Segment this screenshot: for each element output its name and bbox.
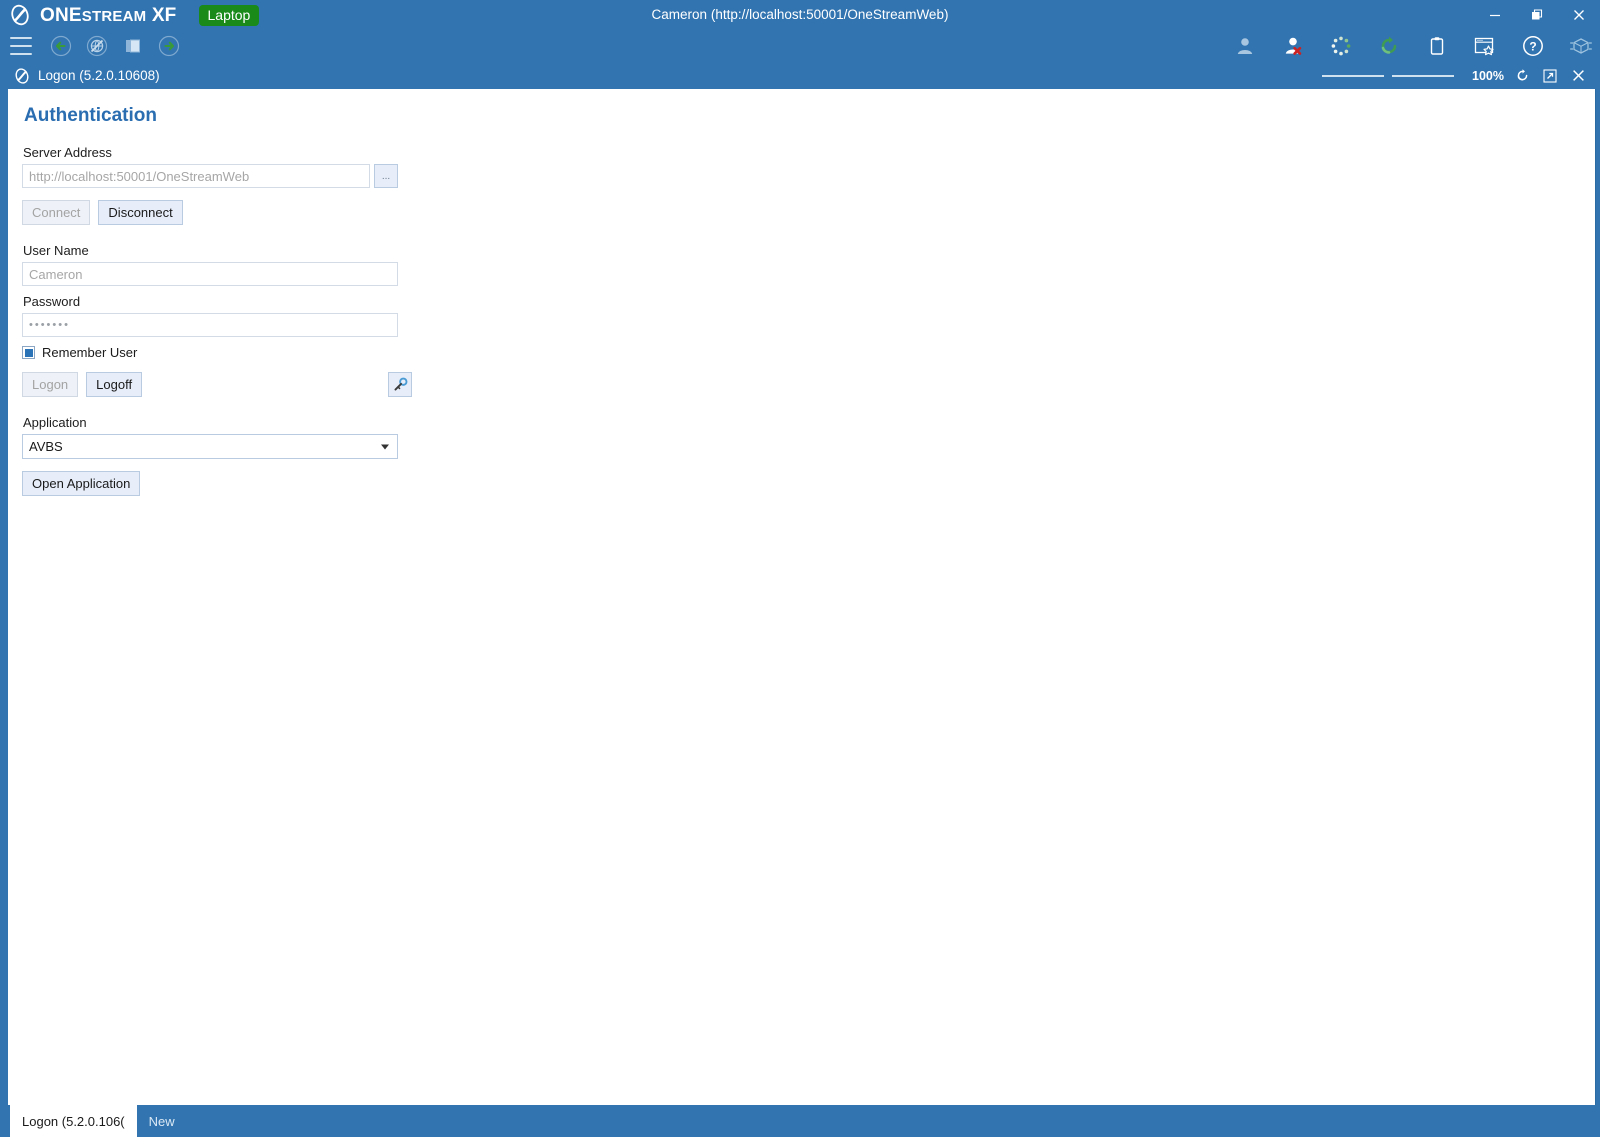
logon-button[interactable]: Logon	[22, 372, 79, 397]
main-toolbar: ?	[0, 30, 1600, 62]
clipboard-icon[interactable]	[1424, 33, 1450, 59]
hamburger-menu-icon[interactable]	[10, 37, 32, 55]
zoom-level-label: 100%	[1472, 68, 1504, 83]
globe-disconnected-icon[interactable]	[84, 33, 110, 59]
logon-title-bar: Logon (5.2.0.10608) 100%	[4, 62, 1596, 89]
popout-icon[interactable]	[1536, 62, 1564, 89]
onestream-logo-icon	[13, 67, 31, 85]
open-application-button[interactable]: Open Application	[22, 471, 141, 496]
logon-child-window: Logon (5.2.0.10608) 100% Authentication …	[4, 62, 1596, 1105]
brand-area: ONESTREAM XF Laptop	[0, 3, 260, 27]
close-icon[interactable]	[1558, 0, 1600, 30]
password-label: Password	[23, 294, 81, 309]
authentication-form: Authentication Server Address ... Connec…	[8, 89, 422, 496]
brand-stream: STREAM	[81, 7, 147, 25]
application-select[interactable]: AVBS	[22, 434, 398, 459]
remember-user-row[interactable]: Remember User	[22, 345, 422, 360]
application-selected-value: AVBS	[29, 439, 63, 454]
user-name-input[interactable]	[22, 262, 398, 286]
logon-window-title: Logon (5.2.0.10608)	[38, 68, 160, 83]
server-browse-button[interactable]: ...	[374, 164, 398, 188]
key-icon[interactable]	[388, 372, 412, 397]
zoom-slider[interactable]	[1322, 74, 1455, 77]
refresh-icon[interactable]	[1376, 33, 1402, 59]
zoom-track-right	[1392, 74, 1455, 77]
user-icon[interactable]	[1232, 33, 1258, 59]
bookmark-window-icon[interactable]	[1472, 33, 1498, 59]
zoom-track-left	[1322, 74, 1385, 77]
connection-buttons-row: Connect Disconnect	[22, 200, 422, 225]
refresh-icon[interactable]	[1508, 62, 1536, 89]
remember-user-checkbox[interactable]	[22, 346, 35, 359]
user-logoff-icon[interactable]	[1280, 33, 1306, 59]
brand-xf: XF	[151, 4, 177, 26]
bottom-taskbar: Logon (5.2.0.106( New	[0, 1105, 1600, 1137]
busy-spinner-icon	[1328, 33, 1354, 59]
page-title: Authentication	[24, 105, 157, 126]
remember-user-label: Remember User	[42, 345, 138, 360]
cube-package-icon[interactable]	[1568, 33, 1594, 59]
server-address-input[interactable]	[22, 164, 370, 188]
application-label: Application	[23, 415, 87, 430]
connect-button[interactable]: Connect	[22, 200, 91, 225]
user-name-label: User Name	[23, 243, 89, 258]
onestream-logo-icon	[8, 3, 32, 27]
taskbar-tab-new[interactable]: New	[137, 1105, 187, 1137]
brand-title: ONESTREAM XF	[40, 6, 177, 25]
help-icon[interactable]: ?	[1520, 33, 1546, 59]
environment-badge: Laptop	[198, 4, 260, 26]
logon-window-controls: 100%	[1322, 62, 1592, 89]
main-title-bar: ONESTREAM XF Laptop Cameron (http://loca…	[0, 0, 1600, 30]
window-controls	[1474, 0, 1600, 30]
restore-icon[interactable]	[1516, 0, 1558, 30]
back-arrow-icon[interactable]	[48, 33, 74, 59]
chevron-down-icon	[381, 444, 389, 449]
minimize-icon[interactable]	[1474, 0, 1516, 30]
logon-buttons-row: Logon Logoff	[22, 372, 412, 397]
forward-arrow-icon[interactable]	[156, 33, 182, 59]
toolbar-left-group	[0, 33, 182, 59]
close-icon[interactable]	[1564, 62, 1592, 89]
application-window: ONESTREAM XF Laptop Cameron (http://loca…	[0, 0, 1600, 1137]
logon-content-panel: Authentication Server Address ... Connec…	[4, 89, 1596, 1105]
server-address-row: ...	[22, 164, 422, 188]
copy-pages-icon[interactable]	[120, 33, 146, 59]
logoff-button[interactable]: Logoff	[86, 372, 143, 397]
disconnect-button[interactable]: Disconnect	[98, 200, 183, 225]
svg-text:?: ?	[1529, 39, 1536, 53]
toolbar-right-group: ?	[1232, 30, 1594, 62]
taskbar-tab-logon[interactable]: Logon (5.2.0.106(	[10, 1105, 137, 1137]
brand-one: ONE	[40, 4, 82, 26]
server-address-label: Server Address	[23, 145, 112, 160]
password-input[interactable]	[22, 313, 398, 337]
